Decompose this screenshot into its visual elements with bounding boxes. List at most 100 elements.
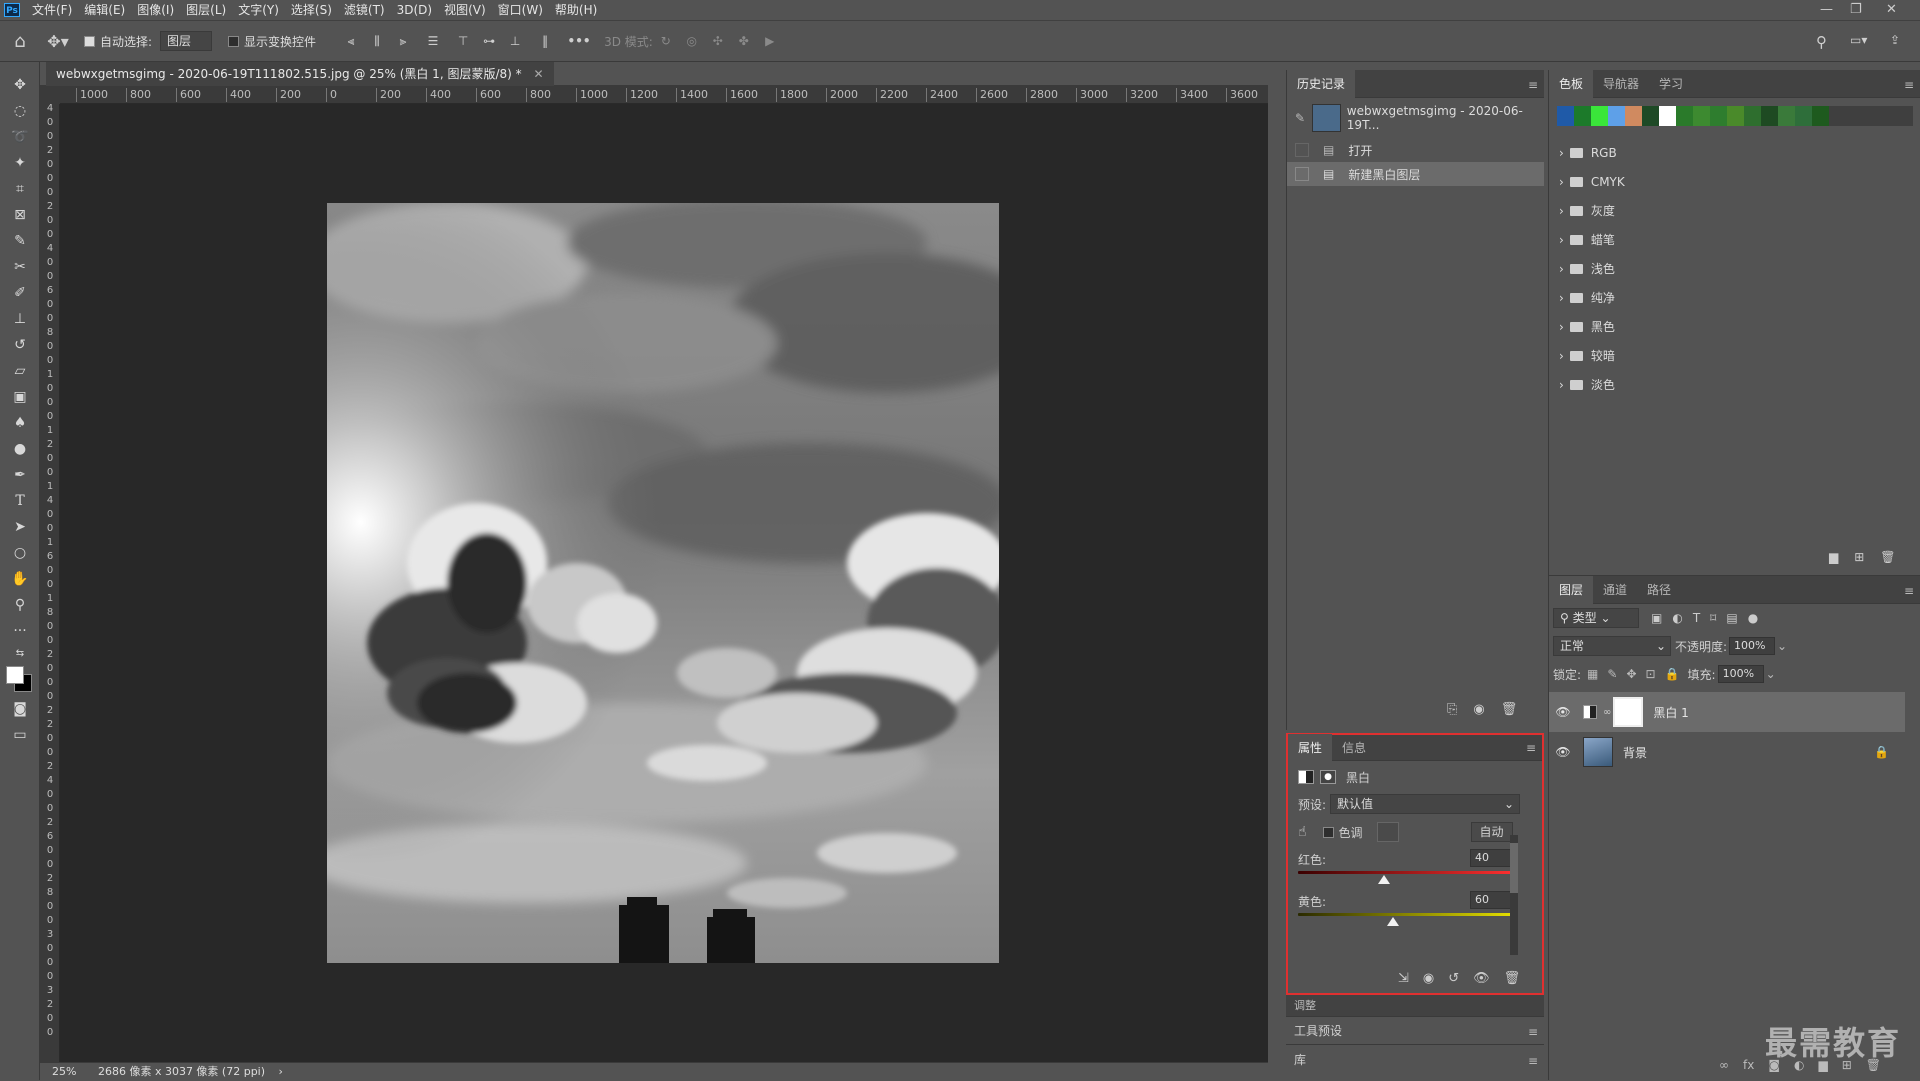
color-swatch[interactable]: [1659, 106, 1676, 126]
tab-learn[interactable]: 学习: [1649, 70, 1693, 98]
slider-value-input[interactable]: 40: [1470, 849, 1514, 867]
chevron-right-icon[interactable]: ›: [1559, 320, 1564, 334]
preset-select[interactable]: 默认值 ⌄: [1330, 794, 1521, 814]
home-icon[interactable]: ⌂: [0, 31, 40, 52]
tint-checkbox[interactable]: [1322, 826, 1334, 838]
foreground-color[interactable]: [6, 666, 24, 684]
menu-window[interactable]: 窗口(W): [492, 0, 549, 20]
lasso-tool-icon[interactable]: ➰: [0, 124, 40, 150]
color-swatch[interactable]: [1574, 106, 1591, 126]
type-filter-icon[interactable]: T: [1693, 611, 1700, 625]
align-right-icon[interactable]: ⫸: [390, 34, 416, 49]
close-icon[interactable]: ✕: [1886, 0, 1897, 20]
layer-filter-select[interactable]: ⚲ 类型 ⌄: [1553, 608, 1639, 628]
menu-type[interactable]: 文字(Y): [232, 0, 285, 20]
minimize-icon[interactable]: —: [1820, 0, 1833, 20]
layer-row-selected[interactable]: 👁 ∞ 黑白 1: [1549, 692, 1905, 732]
color-swatch[interactable]: [1727, 106, 1744, 126]
panel-menu-icon[interactable]: ≡: [1904, 78, 1914, 92]
lock-artboard-icon[interactable]: ⊡: [1646, 667, 1656, 681]
visibility-eye-icon[interactable]: 👁: [1549, 705, 1577, 719]
lock-pixels-icon[interactable]: ✎: [1607, 667, 1617, 681]
marquee-tool-icon[interactable]: ◌: [0, 98, 40, 124]
layer-row[interactable]: 👁 背景 🔒: [1549, 732, 1905, 772]
3d-orbit-icon[interactable]: ↻: [653, 34, 679, 48]
swatch-group[interactable]: › 蜡笔: [1549, 225, 1920, 254]
show-transform-checkbox[interactable]: [228, 35, 240, 47]
distribute-h-icon[interactable]: ☰: [416, 34, 450, 48]
swatch-group[interactable]: › RGB: [1549, 138, 1920, 167]
menu-select[interactable]: 选择(S): [285, 0, 338, 20]
panel-menu-icon[interactable]: ≡: [1526, 741, 1536, 755]
auto-select-checkbox[interactable]: [84, 35, 95, 47]
menu-file[interactable]: 文件(F): [26, 0, 78, 20]
link-icon[interactable]: ∞: [1603, 707, 1611, 718]
healing-tool-icon[interactable]: ✂: [0, 254, 40, 280]
restore-icon[interactable]: ❐: [1850, 0, 1862, 20]
swatch-group[interactable]: › 灰度: [1549, 196, 1920, 225]
shape-filter-icon[interactable]: ⌑: [1710, 611, 1716, 625]
distribute-v-icon[interactable]: ‖: [528, 34, 562, 48]
panel-menu-icon[interactable]: ≡: [1528, 1054, 1538, 1068]
layer-thumbnail[interactable]: [1583, 737, 1613, 767]
slider-track[interactable]: [1298, 871, 1514, 874]
menu-image[interactable]: 图像(I): [131, 0, 180, 20]
pixel-filter-icon[interactable]: ▣: [1651, 611, 1662, 625]
new-group-icon[interactable]: ▆: [1829, 550, 1838, 564]
workspace-icon[interactable]: ▭▾: [1850, 33, 1867, 47]
3d-pan-icon[interactable]: ✣: [705, 34, 731, 48]
history-snapshot[interactable]: ✎ webwxgetmsgimg - 2020-06-19T...: [1287, 98, 1544, 138]
color-swatch[interactable]: [1710, 106, 1727, 126]
menu-filter[interactable]: 滤镜(T): [338, 0, 391, 20]
document-tab[interactable]: webwxgetmsgimg - 2020-06-19T111802.515.j…: [46, 62, 554, 86]
adjustment-icon[interactable]: [1298, 770, 1314, 784]
scrollbar-thumb[interactable]: [1510, 843, 1518, 893]
screen-mode-icon[interactable]: ▭: [0, 722, 40, 748]
layer-name[interactable]: 黑白 1: [1653, 704, 1688, 721]
tint-color-swatch[interactable]: [1376, 822, 1399, 842]
move-tool-icon[interactable]: ✥▾: [40, 32, 76, 51]
chevron-right-icon[interactable]: ›: [1559, 175, 1564, 189]
type-tool-icon[interactable]: T: [0, 488, 40, 514]
camera-icon[interactable]: ◉: [1473, 702, 1484, 717]
tab-properties[interactable]: 属性: [1288, 733, 1333, 762]
auto-select-target-select[interactable]: 图层: [160, 31, 213, 51]
visibility-eye-icon[interactable]: 👁: [1549, 745, 1577, 759]
color-swatch[interactable]: [1557, 106, 1574, 126]
tab-channels[interactable]: 通道: [1593, 576, 1637, 604]
3d-camera-icon[interactable]: ▶: [757, 34, 783, 48]
zoom-level[interactable]: 25%: [52, 1065, 76, 1078]
tool-presets-panel[interactable]: 工具预设 ≡: [1286, 1017, 1544, 1045]
3d-slide-icon[interactable]: ✤: [731, 34, 757, 48]
frame-tool-icon[interactable]: ⊠: [0, 202, 40, 228]
menu-edit[interactable]: 编辑(E): [78, 0, 131, 20]
color-swatch[interactable]: [1625, 106, 1642, 126]
link-layers-icon[interactable]: ∞: [1719, 1058, 1729, 1072]
swatch-group[interactable]: › 浅色: [1549, 254, 1920, 283]
trash-icon[interactable]: 🗑: [1501, 702, 1518, 717]
edit-toolbar-icon[interactable]: ···: [0, 618, 40, 644]
history-item-selected[interactable]: ▤ 新建黑白图层: [1287, 162, 1544, 186]
auto-button[interactable]: 自动: [1470, 822, 1513, 842]
color-swatches[interactable]: [0, 662, 39, 696]
color-swatch[interactable]: [1642, 106, 1659, 126]
status-expand-icon[interactable]: ›: [279, 1065, 283, 1078]
fx-icon[interactable]: fx: [1743, 1058, 1754, 1072]
lock-transparency-icon[interactable]: ▦: [1587, 667, 1598, 681]
tab-layers[interactable]: 图层: [1549, 575, 1594, 604]
new-swatch-icon[interactable]: ⊞: [1854, 550, 1864, 564]
swatch-group[interactable]: › 较暗: [1549, 341, 1920, 370]
chevron-down-icon[interactable]: ⌄: [1766, 667, 1776, 681]
swatch-group[interactable]: › 淡色: [1549, 370, 1920, 399]
lock-all-icon[interactable]: 🔒: [1665, 667, 1680, 681]
tab-paths[interactable]: 路径: [1637, 576, 1681, 604]
tab-info[interactable]: 信息: [1332, 734, 1376, 762]
chevron-right-icon[interactable]: ›: [1559, 204, 1564, 218]
color-swatch[interactable]: [1778, 106, 1795, 126]
pen-tool-icon[interactable]: ✒: [0, 462, 40, 488]
quick-mask-icon[interactable]: ◙: [0, 696, 40, 722]
swatch-group[interactable]: › 纯净: [1549, 283, 1920, 312]
zoom-tool-icon[interactable]: ⚲: [0, 592, 40, 618]
dodge-tool-icon[interactable]: ●: [0, 436, 40, 462]
panel-menu-icon[interactable]: ≡: [1528, 78, 1538, 92]
